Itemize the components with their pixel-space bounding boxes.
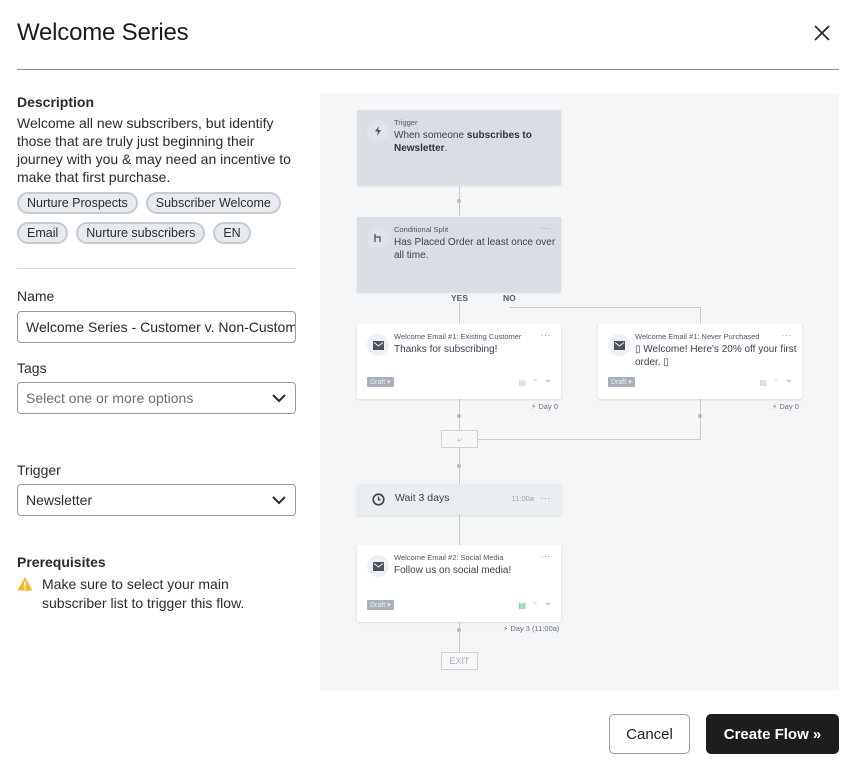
email-icon bbox=[608, 334, 630, 356]
status-badge[interactable]: Draft ▾ bbox=[367, 600, 394, 610]
preview-icon[interactable]: ▤ bbox=[759, 378, 767, 387]
name-label: Name bbox=[17, 288, 55, 304]
email-subject: Thanks for subscribing! bbox=[394, 344, 498, 355]
analytics-icon[interactable]: ⌃ bbox=[532, 601, 539, 610]
tags-select[interactable]: Select one or more options bbox=[17, 382, 296, 414]
connector-dot bbox=[457, 199, 461, 203]
wait-time: 11:00a bbox=[511, 494, 534, 503]
trigger-label: Trigger bbox=[17, 462, 61, 478]
split-text: Has Placed Order at least once over all … bbox=[394, 237, 556, 261]
tags-placeholder: Select one or more options bbox=[26, 390, 194, 406]
conditional-split-node[interactable]: Conditional Split Has Placed Order at le… bbox=[357, 217, 561, 292]
connector-dot bbox=[457, 464, 461, 468]
email-node-existing-customer[interactable]: Welcome Email #1: Existing Customer Than… bbox=[357, 324, 561, 399]
split-icon bbox=[367, 227, 389, 249]
email-kicker: Welcome Email #1: Existing Customer bbox=[394, 332, 522, 341]
preview-ready-icon[interactable]: ▤ bbox=[518, 601, 526, 610]
name-input-value: Welcome Series - Customer v. Non-Custom bbox=[26, 319, 296, 335]
description-section: Description Welcome all new subscribers,… bbox=[17, 94, 297, 244]
delay-label: ⚡ Day 3 (11:00a) bbox=[503, 624, 560, 633]
tag-chips: Nurture Prospects Subscriber Welcome Ema… bbox=[17, 192, 297, 244]
more-options-icon[interactable]: ··· bbox=[782, 330, 793, 340]
email-kicker: Welcome Email #1: Never Purchased bbox=[635, 332, 760, 341]
connector bbox=[478, 439, 701, 440]
trigger-text: When someone subscribes to Newsletter. bbox=[394, 130, 532, 154]
tags-label: Tags bbox=[17, 360, 47, 376]
dialog-title: Welcome Series bbox=[17, 19, 189, 46]
clock-icon bbox=[372, 493, 385, 506]
chevron-down-icon bbox=[272, 496, 286, 505]
delay-label: ⚡ Day 0 bbox=[772, 402, 799, 411]
email-actions: ▤ ⌃ ⏷ bbox=[518, 600, 551, 610]
connector-dot bbox=[457, 414, 461, 418]
email-subject: Follow us on social media! bbox=[394, 565, 512, 576]
connector bbox=[509, 307, 700, 308]
chip-nurture-subscribers: Nurture subscribers bbox=[76, 222, 206, 244]
trigger-value: Newsletter bbox=[26, 492, 93, 508]
chip-subscriber-welcome: Subscriber Welcome bbox=[145, 192, 281, 214]
email-node-social-media[interactable]: Welcome Email #2: Social Media Follow us… bbox=[357, 545, 561, 622]
filter-icon[interactable]: ⏷ bbox=[786, 377, 792, 387]
chip-nurture-prospects: Nurture Prospects bbox=[17, 192, 138, 214]
section-divider bbox=[17, 268, 296, 269]
wait-text: Wait 3 days bbox=[395, 492, 450, 504]
lightning-icon bbox=[367, 120, 389, 142]
split-kicker: Conditional Split bbox=[394, 225, 449, 234]
close-icon bbox=[814, 25, 830, 41]
cancel-button[interactable]: Cancel bbox=[609, 714, 690, 754]
more-options-icon[interactable]: ··· bbox=[541, 223, 552, 233]
filter-icon[interactable]: ⏷ bbox=[545, 600, 551, 610]
flow-preview: Trigger When someone subscribes to Newsl… bbox=[320, 94, 839, 690]
filter-icon[interactable]: ⏷ bbox=[545, 377, 551, 387]
warning-icon bbox=[17, 577, 33, 591]
email-subject: ▯ Welcome! Here's 20% off your first ord… bbox=[635, 344, 797, 368]
email-kicker: Welcome Email #2: Social Media bbox=[394, 553, 504, 562]
name-input[interactable]: Welcome Series - Customer v. Non-Custom bbox=[17, 311, 296, 343]
prerequisites-text: Make sure to select your main subscriber… bbox=[42, 576, 245, 611]
more-options-icon[interactable]: ··· bbox=[541, 551, 552, 561]
trigger-select[interactable]: Newsletter bbox=[17, 484, 296, 516]
status-badge[interactable]: Draft ▾ bbox=[608, 377, 635, 387]
close-button[interactable] bbox=[811, 22, 833, 44]
delay-label: ⚡ Day 0 bbox=[531, 402, 558, 411]
analytics-icon[interactable]: ⌃ bbox=[532, 378, 539, 387]
trigger-kicker: Trigger bbox=[394, 118, 418, 127]
description-text: Welcome all new subscribers, but identif… bbox=[17, 115, 291, 185]
wait-node[interactable]: Wait 3 days 11:00a ··· bbox=[357, 484, 561, 515]
email-icon bbox=[367, 334, 389, 356]
create-flow-button[interactable]: Create Flow » bbox=[706, 714, 839, 754]
connector-dot bbox=[457, 628, 461, 632]
connector-dot bbox=[698, 414, 702, 418]
connector bbox=[700, 307, 701, 324]
chevron-down-icon bbox=[272, 394, 286, 403]
trigger-node[interactable]: Trigger When someone subscribes to Newsl… bbox=[357, 110, 561, 185]
more-options-icon[interactable]: ··· bbox=[541, 493, 552, 503]
preview-icon[interactable]: ▤ bbox=[518, 378, 526, 387]
connector bbox=[700, 399, 701, 440]
merge-icon: ⤶ bbox=[441, 430, 478, 448]
email-actions: ▤ ⌃ ⏷ bbox=[759, 377, 792, 387]
email-icon bbox=[367, 555, 389, 577]
description-label: Description bbox=[17, 94, 95, 110]
dialog-header: Welcome Series bbox=[17, 0, 839, 70]
no-branch-label: NO bbox=[503, 293, 516, 303]
status-badge[interactable]: Draft ▾ bbox=[367, 377, 394, 387]
more-options-icon[interactable]: ··· bbox=[541, 330, 552, 340]
email-node-never-purchased[interactable]: Welcome Email #1: Never Purchased ▯ Welc… bbox=[598, 324, 802, 399]
chip-email: Email bbox=[17, 222, 69, 244]
chip-en: EN bbox=[213, 222, 251, 244]
exit-node: EXIT bbox=[441, 652, 478, 670]
yes-branch-label: YES bbox=[451, 293, 469, 303]
prerequisites-row: Make sure to select your main subscriber… bbox=[17, 575, 297, 613]
connector bbox=[459, 515, 460, 545]
prerequisites-label: Prerequisites bbox=[17, 554, 106, 570]
connector bbox=[459, 622, 460, 652]
email-actions: ▤ ⌃ ⏷ bbox=[518, 377, 551, 387]
connector bbox=[459, 302, 460, 324]
analytics-icon[interactable]: ⌃ bbox=[773, 378, 780, 387]
